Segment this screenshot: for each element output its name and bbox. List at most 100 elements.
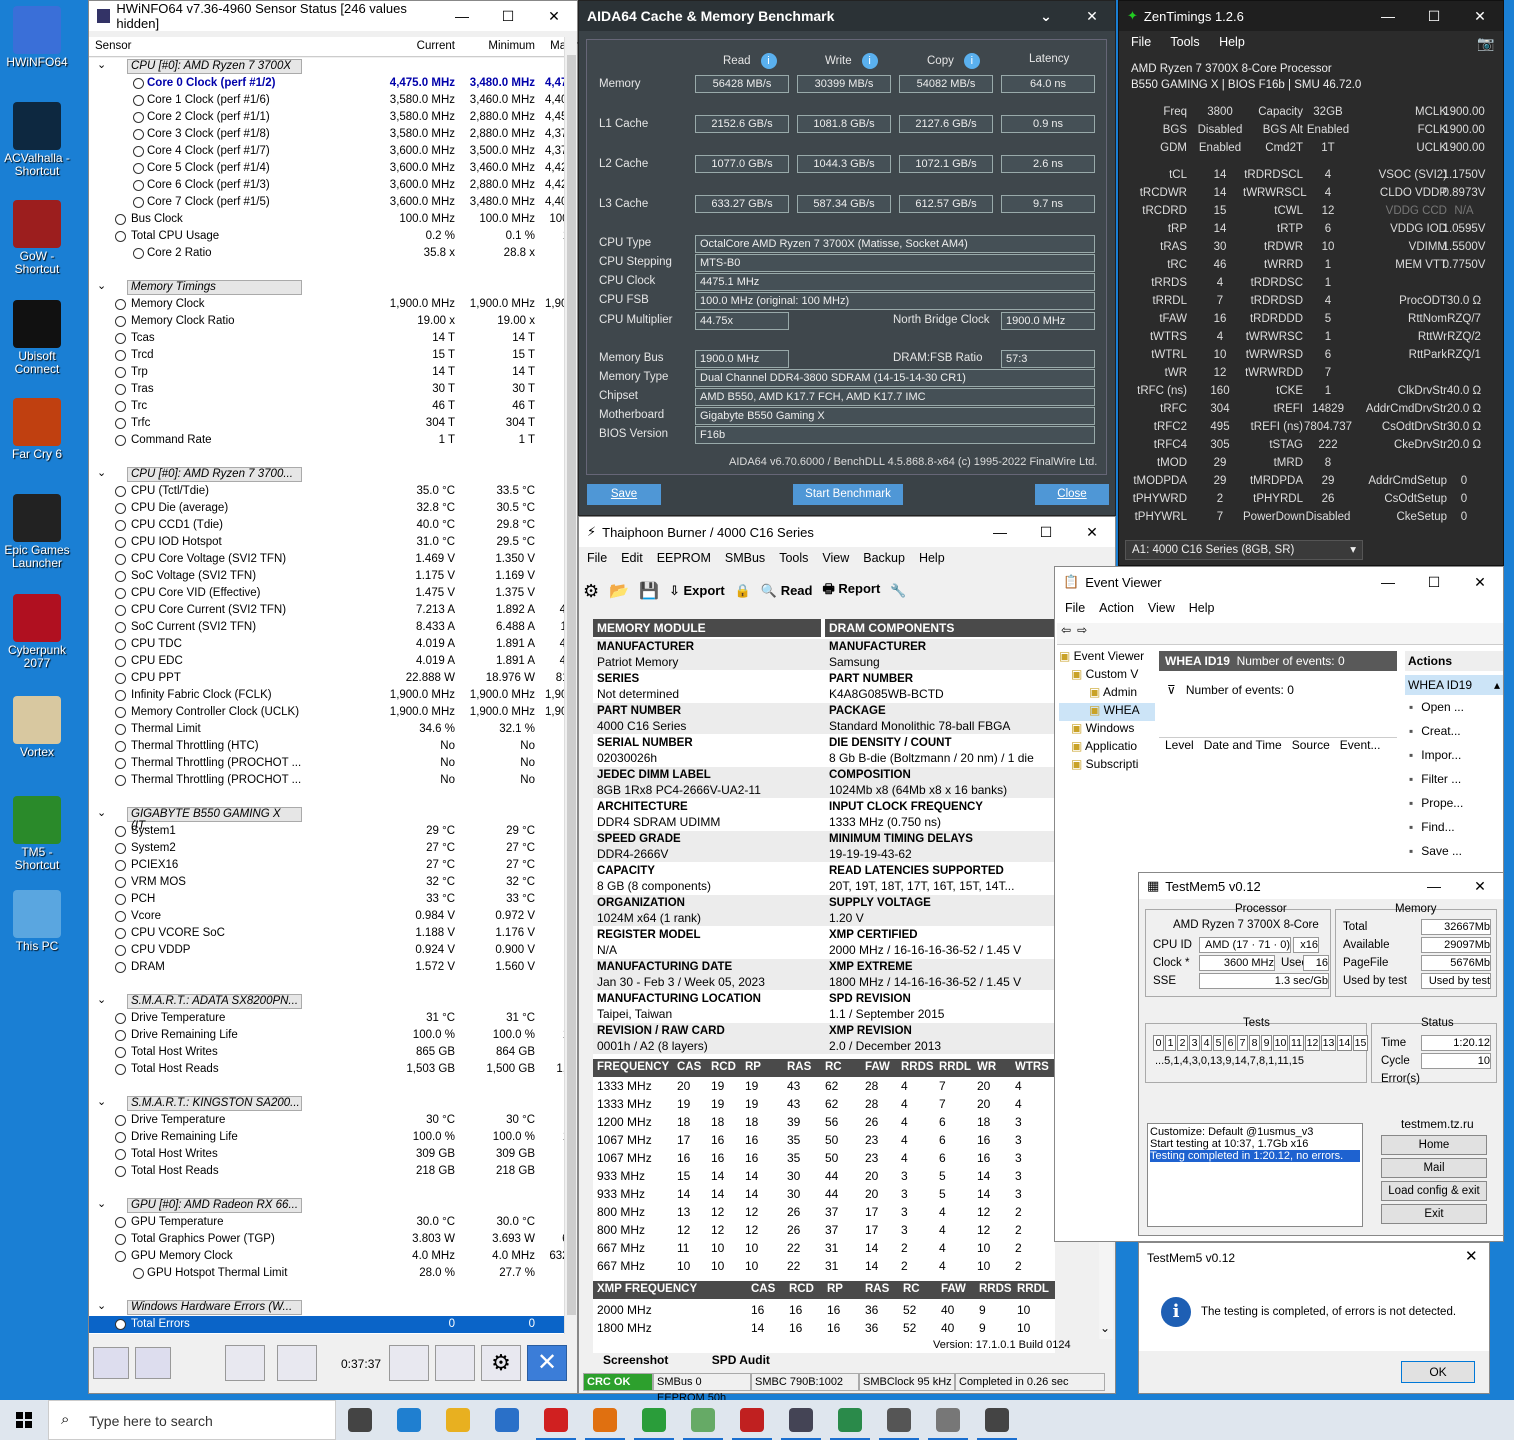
nav-arrows-button[interactable] [93,1347,129,1379]
action-item[interactable]: ▪ Open ... [1405,695,1503,719]
disk-icon[interactable]: 💾 [639,581,659,601]
sensor-row[interactable]: Core 4 Clock (perf #1/7) 3,600.0 MHz 3,500… [89,143,564,160]
minimize-button[interactable]: ⌄ [1023,8,1069,25]
tree-item[interactable]: ▣ Subscripti [1059,757,1155,775]
zen-titlebar[interactable]: ✦ ZenTimings 1.2.6 — ☐ ✕ [1119,1,1503,31]
sensor-row[interactable]: CPU Core VID (Effective) 1.475 V 1.375 V 1.… [89,585,564,602]
sensor-row[interactable]: Total Host Writes 865 GB 864 GB 865 GB [89,1044,564,1061]
sensor-group[interactable]: ⌄ CPU [#0]: AMD Ryzen 7 3700... [89,466,564,483]
ev-col[interactable]: Source [1292,738,1330,757]
sensor-row[interactable]: CPU Die (average) 32.8 °C 30.5 °C 66.8 °C [89,500,564,517]
settings-button[interactable]: ⚙ [481,1345,521,1381]
close-button[interactable]: ✕ [1457,574,1503,591]
sensor-row[interactable]: Infinity Fabric Clock (FCLK) 1,900.0 MHz 1… [89,687,564,704]
report-button[interactable] [225,1345,265,1381]
sensor-row[interactable]: Drive Remaining Life 100.0 % 100.0 % 100.0 … [89,1129,564,1146]
collapse-icon[interactable]: ⌄ [97,466,106,479]
tab-spd-audit[interactable]: SPD Audit [712,1353,770,1367]
tab-screenshot[interactable]: Screenshot [603,1353,668,1367]
forward-icon[interactable]: ⇨ [1077,623,1087,637]
zen-icon[interactable] [879,1408,919,1440]
aida-close-button[interactable]: Close [1035,484,1109,505]
minimize-button[interactable]: — [439,8,485,25]
tm5-button-mail[interactable]: Mail [1381,1158,1487,1178]
desktop-icon[interactable]: Vortex [4,696,70,759]
maximize-button[interactable]: ☐ [485,8,531,25]
menu-smbus[interactable]: SMBus [725,551,765,565]
sensor-row[interactable]: CPU Core Voltage (SVI2 TFN) 1.469 V 1.350 … [89,551,564,568]
sensor-row[interactable]: Core 0 Clock (perf #1/2) 4,475.0 MHz 3,480… [89,75,564,92]
menu-eeprom[interactable]: EEPROM [657,551,711,565]
sensor-row[interactable]: Memory Controller Clock (UCLK) 1,900.0 MH… [89,704,564,721]
start-benchmark-button[interactable]: Start Benchmark [793,484,903,505]
vertical-scrollbar[interactable] [564,37,577,1334]
collapse-icon[interactable]: ⌄ [97,1197,106,1210]
sensor-row[interactable]: CPU VCORE SoC 1.188 V 1.176 V 1.212 V [89,925,564,942]
sensor-row[interactable]: PCIEX16 27 °C 27 °C 29 °C [89,857,564,874]
sensor-row[interactable]: Trp 14 T 14 T 14 T [89,364,564,381]
sensor-row[interactable]: GPU Hotspot Thermal Limit 28.0 % 27.7 % 28.… [89,1265,564,1282]
dimm-select[interactable]: A1: 4000 C16 Series (8GB, SR) ▾ [1125,540,1363,560]
report-button[interactable]: 🖶 Report [822,580,880,602]
sensor-row[interactable]: Core 5 Clock (perf #1/4) 3,600.0 MHz 3,460… [89,160,564,177]
nav-arrows2-button[interactable] [135,1347,171,1379]
sensor-group[interactable]: ⌄ GPU [#0]: AMD Radeon RX 66... [89,1197,564,1214]
read-button[interactable]: 🔍 Read [761,583,813,599]
menu-view[interactable]: View [1148,601,1175,615]
sensor-row[interactable]: Memory Clock Ratio 19.00 x 19.00 x 19.00 x [89,313,564,330]
desktop-icon[interactable]: ACValhalla - Shortcut [4,102,70,178]
desktop-icon[interactable]: Far Cry 6 [4,398,70,461]
sensor-row[interactable]: Thermal Limit 34.6 % 32.1 % 70.3 % [89,721,564,738]
col-minimum[interactable]: Minimum [465,40,535,52]
tree-item[interactable]: ▣ Event Viewer [1059,649,1155,667]
sensor-row[interactable]: Memory Clock 1,900.0 MHz 1,900.0 MHz 1,900.… [89,296,564,313]
sensor-group[interactable]: ⌄ Windows Hardware Errors (W... [89,1299,564,1316]
sensor-row[interactable]: Drive Remaining Life 100.0 % 100.0 % 100.0 … [89,1027,564,1044]
tree-item[interactable]: ▣ Windows [1059,721,1155,739]
save-button[interactable]: Save [587,484,661,505]
sensor-group[interactable]: ⌄ CPU [#0]: AMD Ryzen 7 3700X [89,58,564,75]
ev-col[interactable]: Date and Time [1204,738,1282,757]
tm5-button-home[interactable]: Home [1381,1135,1487,1155]
sensor-row[interactable]: CPU EDC 4.019 A 1.891 A 44.824 A [89,653,564,670]
col-sensor[interactable]: Sensor [95,40,131,52]
sensor-row[interactable]: System1 29 °C 29 °C 30 °C [89,823,564,840]
heartbeat-icon[interactable] [830,1408,870,1440]
sensor-row[interactable]: Drive Temperature 30 °C 30 °C 30 °C [89,1112,564,1129]
actions-selected[interactable]: WHEA ID19 ▴ [1405,675,1503,695]
event-viewer-icon[interactable] [977,1408,1017,1440]
sensor-row[interactable]: Total Host Writes 309 GB 309 GB 309 GB [89,1146,564,1163]
sensor-row[interactable]: Tcas 14 T 14 T 14 T [89,330,564,347]
close-button[interactable]: ✕ [1069,524,1115,541]
chrome-icon[interactable] [634,1408,674,1440]
menu-action[interactable]: Action [1099,601,1134,615]
export-button[interactable]: ⇩ Export [669,583,725,599]
desktop-icon[interactable]: Ubisoft Connect [4,300,70,376]
sensor-row[interactable]: Core 7 Clock (perf #1/5) 3,600.0 MHz 3,480… [89,194,564,211]
layout-button[interactable] [435,1345,475,1381]
collapse-icon[interactable]: ⌄ [97,1095,106,1108]
sensor-row[interactable]: CPU PPT 22.888 W 18.976 W 81.166 W [89,670,564,687]
tree-item[interactable]: ▣ WHEA [1059,703,1155,721]
sensor-row[interactable]: Total Host Reads 1,503 GB 1,500 GB 1,503 GB [89,1061,564,1078]
sensor-group[interactable]: ⌄ S.M.A.R.T.: ADATA SX8200PN... [89,993,564,1010]
desktop-icon[interactable]: TM5 - Shortcut [4,796,70,872]
sensor-row[interactable]: Core 2 Ratio 35.8 x 28.8 x 44.5 x [89,245,564,262]
close-button[interactable]: ✕ [1465,1247,1478,1265]
sensor-row[interactable]: GPU Memory Clock 4.0 MHz 4.0 MHz 632.0 MHz [89,1248,564,1265]
thai-titlebar[interactable]: ⚡ Thaiphoon Burner / 4000 C16 Series — ☐ ✕ [579,517,1115,547]
sensor-row[interactable]: System2 27 °C 27 °C 28 °C [89,840,564,857]
col-current[interactable]: Current [385,40,455,52]
maximize-button[interactable]: ☐ [1411,8,1457,25]
sensor-row[interactable]: CPU (Tctl/Tdie) 35.0 °C 33.5 °C 61.5 °C [89,483,564,500]
menu-tools[interactable]: Tools [779,551,808,565]
task-view-icon[interactable] [348,1408,372,1432]
collapse-icon[interactable]: ⌄ [97,806,106,819]
explorer-icon[interactable] [446,1408,470,1432]
sensor-row[interactable]: CPU CCD1 (Tdie) 40.0 °C 29.8 °C 66.8 °C [89,517,564,534]
collapse-icon[interactable]: ⌄ [97,279,106,292]
menu-file[interactable]: File [587,551,607,565]
tm5-icon[interactable] [683,1408,723,1440]
close-button[interactable]: ✕ [1069,8,1115,25]
clock-button[interactable] [389,1345,429,1381]
